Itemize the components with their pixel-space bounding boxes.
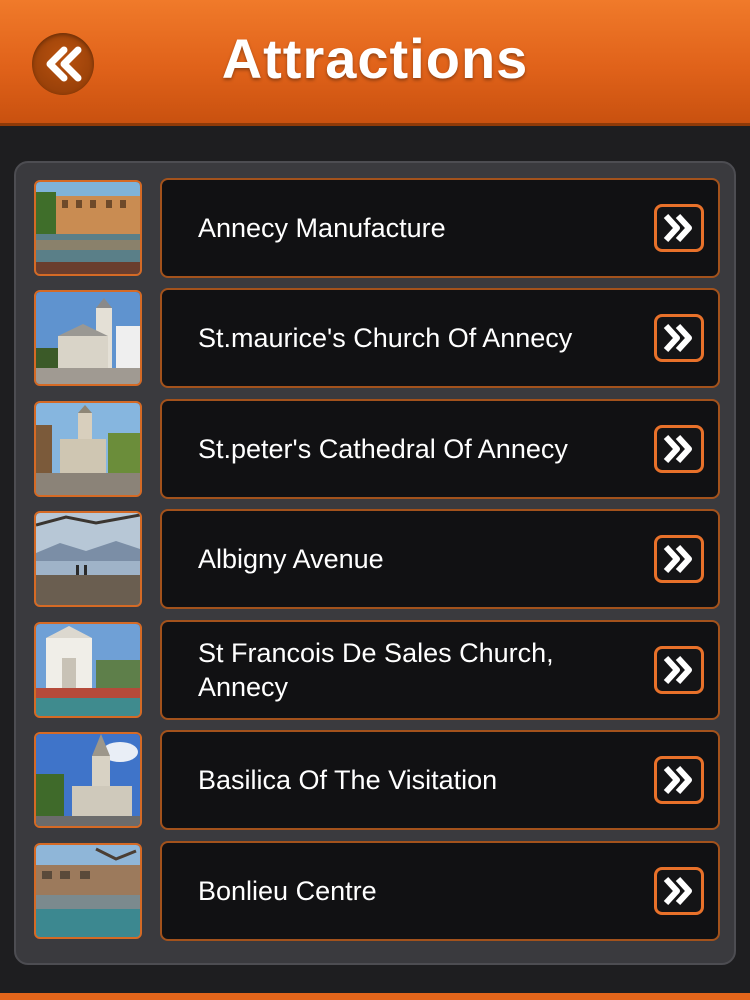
list-item[interactable]: St.maurice's Church Of Annecy [34,288,724,390]
canal-centre-photo [34,843,142,939]
open-attraction-button[interactable] [654,867,704,915]
cathedral-photo [34,401,142,497]
double-chevron-right-icon [663,765,692,795]
canal-buildings-photo [34,180,142,276]
attraction-label: Bonlieu Centre [198,876,377,906]
attraction-card[interactable]: St.maurice's Church Of Annecy [160,288,720,388]
attraction-card[interactable]: St.peter's Cathedral Of Annecy [160,399,720,499]
attraction-label: St.peter's Cathedral Of Annecy [198,434,568,464]
attraction-label: Basilica Of The Visitation [198,765,498,795]
list-item[interactable]: Annecy Manufacture [34,178,724,280]
double-chevron-right-icon [663,213,692,243]
double-chevron-right-icon [663,876,692,906]
open-attraction-button[interactable] [654,204,704,252]
attraction-card[interactable]: Bonlieu Centre [160,841,720,941]
church-facade-photo [34,622,142,718]
list-item[interactable]: Basilica Of The Visitation [34,730,724,832]
attractions-screen: Attractions Annecy Manufacture St.mauric… [0,0,750,1000]
open-attraction-button[interactable] [654,535,704,583]
list-item[interactable]: St.peter's Cathedral Of Annecy [34,399,724,501]
double-chevron-right-icon [663,544,692,574]
lakeside-avenue-photo [34,511,142,607]
open-attraction-button[interactable] [654,425,704,473]
attraction-card[interactable]: Albigny Avenue [160,509,720,609]
list-item[interactable]: St Francois De Sales Church, Annecy [34,620,724,722]
attraction-card[interactable]: St Francois De Sales Church, Annecy [160,620,720,720]
page-title: Attractions [221,27,529,90]
open-attraction-button[interactable] [654,314,704,362]
attraction-card[interactable]: Annecy Manufacture [160,178,720,278]
double-chevron-right-icon [663,434,692,464]
double-chevron-right-icon [663,323,692,353]
attraction-label: Albigny Avenue [198,544,384,574]
attraction-label: St Francois De Sales Church, Annecy [198,638,554,702]
open-attraction-button[interactable] [654,756,704,804]
open-attraction-button[interactable] [654,646,704,694]
basilica-spire-photo [34,732,142,828]
attraction-label: St.maurice's Church Of Annecy [198,323,573,353]
attractions-list: Annecy Manufacture St.maurice's Church O… [14,161,736,965]
attraction-card[interactable]: Basilica Of The Visitation [160,730,720,830]
list-item[interactable]: Albigny Avenue [34,509,724,611]
church-tower-photo [34,290,142,386]
header-bar: Attractions [0,0,750,126]
attraction-label: Annecy Manufacture [198,213,446,243]
list-item[interactable]: Bonlieu Centre [34,841,724,943]
footer-strip [0,993,750,1000]
double-chevron-right-icon [663,655,692,685]
